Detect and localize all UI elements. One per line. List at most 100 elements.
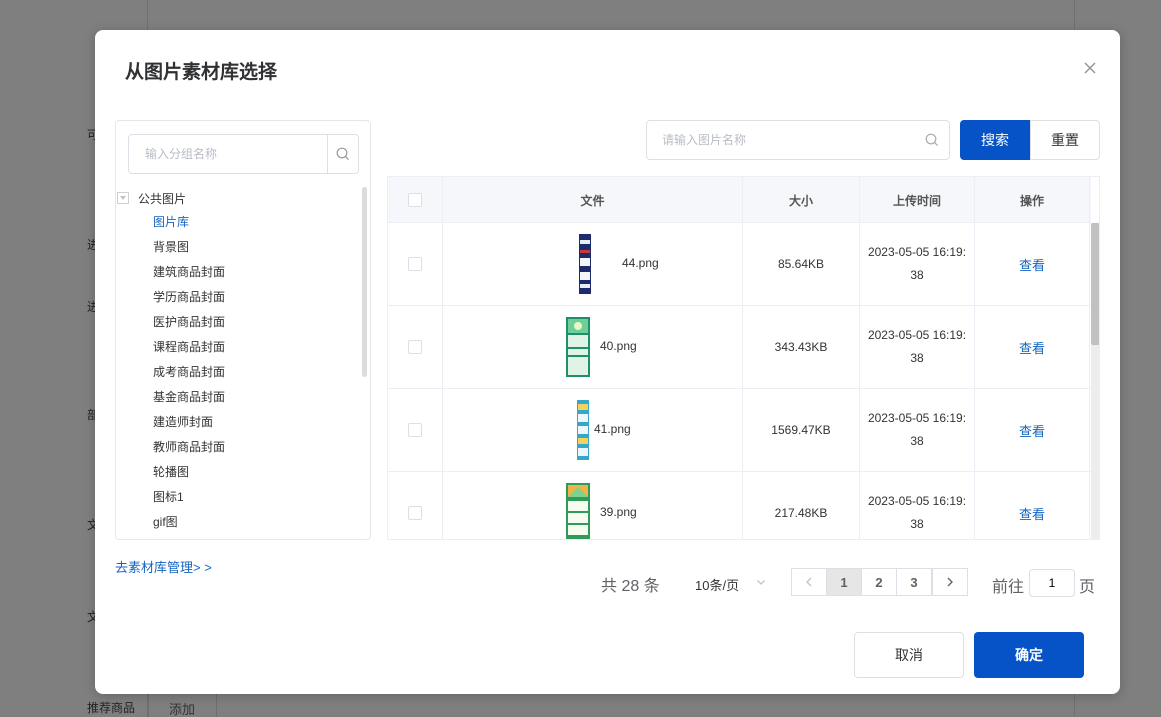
upload-time: 2023-05-05 16:19:38 [867, 494, 967, 531]
group-panel: 公共图片 图片库 背景图 建筑商品封面 学历商品封面 医护商品封面 课程商品封面… [115, 120, 371, 540]
recommend-label: 推荐商品 [87, 701, 136, 715]
confirm-button[interactable]: 确定 [974, 632, 1084, 678]
column-header: 大小 [743, 177, 860, 223]
view-link[interactable]: 查看 [1019, 504, 1045, 523]
upload-time: 2023-05-05 16:19:38 [867, 328, 967, 365]
action-cell: 查看 [975, 223, 1090, 305]
tree-item[interactable]: 图标1 [153, 487, 184, 507]
upload-time: 2023-05-05 16:19:38 [867, 411, 967, 448]
tree-item[interactable]: 学历商品封面 [153, 287, 225, 307]
size-cell: 343.43KB [743, 306, 860, 388]
table-header: 文件 大小 上传时间 操作 [388, 177, 1091, 223]
time-cell: 2023-05-05 16:19:38 [860, 223, 975, 305]
file-cell: 40.png [443, 306, 743, 388]
image-thumbnail[interactable] [571, 400, 595, 460]
view-link[interactable]: 查看 [1019, 421, 1045, 440]
prev-page-button[interactable] [791, 568, 827, 596]
column-header: 文件 [443, 177, 743, 223]
tree-item[interactable]: 轮播图 [153, 462, 189, 482]
size-cell: 1569.47KB [743, 389, 860, 471]
upload-time: 2023-05-05 16:19:38 [867, 245, 967, 282]
tree-item[interactable]: 图片库 [153, 212, 189, 232]
tree-root-label: 公共图片 [138, 191, 187, 206]
table-row: 41.png 1569.47KB 2023-05-05 16:19:38 查看 [388, 389, 1091, 472]
page-size-select[interactable]: 10条/页 [685, 570, 771, 596]
tree-item[interactable]: 医护商品封面 [153, 312, 225, 332]
tree-item[interactable]: gif图 [153, 512, 178, 532]
chevron-left-icon [806, 577, 812, 587]
background-recommend-row: 推荐商品 添加 [80, 694, 220, 717]
row-select-cell [388, 472, 443, 539]
close-icon[interactable] [1082, 60, 1098, 76]
file-cell: 39.png [443, 472, 743, 540]
column-header: 操作 [975, 177, 1090, 223]
goto-page-input[interactable] [1029, 569, 1075, 597]
file-name: 40.png [600, 339, 637, 353]
goto-library-link[interactable]: 去素材库管理> > [115, 557, 212, 576]
group-search-input[interactable] [129, 135, 328, 173]
image-name-search [646, 120, 950, 160]
tree-item[interactable]: 基金商品封面 [153, 387, 225, 407]
recommend-add-button: 添加 [148, 694, 217, 717]
select-all-cell [388, 177, 443, 223]
action-cell: 查看 [975, 389, 1090, 471]
tree-item[interactable]: 背景图 [153, 237, 189, 257]
action-cell: 查看 [975, 472, 1090, 539]
file-name: 41.png [594, 422, 631, 436]
row-checkbox[interactable] [408, 257, 422, 271]
group-search [128, 134, 359, 174]
page-button[interactable]: 3 [896, 568, 932, 596]
tree-item[interactable]: 建筑商品封面 [153, 262, 225, 282]
tree-item[interactable]: 成考商品封面 [153, 362, 225, 382]
goto-label: 前往 [992, 579, 1025, 596]
table-row: 44.png 85.64KB 2023-05-05 16:19:38 查看 [388, 223, 1091, 306]
image-thumbnail[interactable] [566, 317, 590, 377]
tree-item[interactable]: 教师商品封面 [153, 437, 225, 457]
goto-suffix: 页 [1079, 579, 1096, 596]
time-cell: 2023-05-05 16:19:38 [860, 389, 975, 471]
dialog-title: 从图片素材库选择 [125, 62, 278, 83]
select-all-checkbox[interactable] [408, 193, 422, 207]
view-link[interactable]: 查看 [1019, 255, 1045, 274]
image-name-input[interactable] [647, 121, 917, 159]
table-row: 40.png 343.43KB 2023-05-05 16:19:38 查看 [388, 306, 1091, 389]
size-cell: 217.48KB [743, 472, 860, 539]
chevron-down-icon [755, 576, 767, 591]
tree-root-node[interactable]: 公共图片 [116, 187, 186, 209]
search-icon [336, 147, 350, 161]
action-cell: 查看 [975, 306, 1090, 388]
tree-item[interactable]: 建造师封面 [153, 412, 213, 432]
row-select-cell [388, 306, 443, 388]
view-link[interactable]: 查看 [1019, 338, 1045, 357]
image-thumbnail[interactable] [573, 234, 597, 294]
tree-item[interactable]: 课程商品封面 [153, 337, 225, 357]
time-cell: 2023-05-05 16:19:38 [860, 472, 975, 539]
row-checkbox[interactable] [408, 340, 422, 354]
tree-scrollbar[interactable] [362, 187, 367, 377]
file-name: 44.png [622, 256, 659, 270]
reset-button[interactable]: 重置 [1030, 120, 1100, 160]
next-page-button[interactable] [932, 568, 968, 596]
page-button[interactable]: 1 [826, 568, 862, 596]
total-count: 共 28 条 [601, 578, 660, 595]
table-scrollbar-thumb[interactable] [1091, 223, 1099, 345]
image-picker-dialog: 从图片素材库选择 公共图片 图片库 背景图 建筑商品封面 学历商品封面 医护商品… [95, 30, 1120, 694]
row-checkbox[interactable] [408, 506, 422, 520]
cancel-button[interactable]: 取消 [854, 632, 964, 678]
row-checkbox[interactable] [408, 423, 422, 437]
group-search-button[interactable] [327, 135, 358, 173]
row-select-cell [388, 389, 443, 471]
image-thumbnail[interactable] [566, 483, 590, 540]
image-table: 文件 大小 上传时间 操作 44.png 85.64KB 2023-05-05 … [387, 176, 1100, 540]
file-cell: 41.png [443, 389, 743, 471]
size-cell: 85.64KB [743, 223, 860, 305]
search-icon [925, 133, 939, 150]
chevron-right-icon [947, 577, 953, 587]
file-cell: 44.png [443, 223, 743, 305]
search-button[interactable]: 搜索 [960, 120, 1030, 160]
page-size-value: 10条/页 [695, 578, 740, 593]
row-select-cell [388, 223, 443, 305]
page-button[interactable]: 2 [861, 568, 897, 596]
caret-down-icon[interactable] [117, 192, 129, 204]
column-header: 上传时间 [860, 177, 975, 223]
